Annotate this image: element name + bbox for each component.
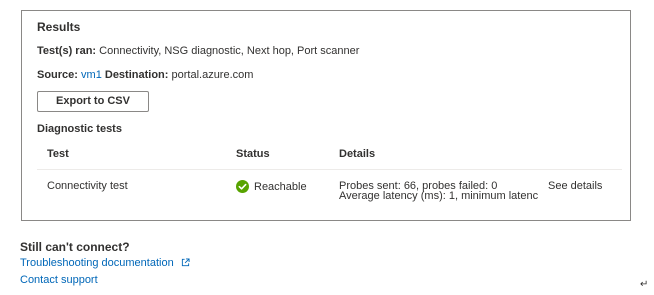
destination-value: portal.azure.com bbox=[171, 69, 254, 81]
source-destination-row: Source: vm1 Destination: portal.azure.co… bbox=[37, 69, 253, 81]
troubleshooting-documentation-link[interactable]: Troubleshooting documentation bbox=[20, 257, 190, 269]
troubleshooting-link-text: Troubleshooting documentation bbox=[20, 257, 174, 269]
table-header-divider bbox=[37, 169, 622, 170]
tests-ran-row: Test(s) ran: Connectivity, NSG diagnosti… bbox=[37, 45, 359, 57]
success-check-icon bbox=[236, 180, 249, 193]
results-panel: Results Test(s) ran: Connectivity, NSG d… bbox=[21, 10, 631, 221]
tests-ran-label: Test(s) ran: bbox=[37, 45, 97, 57]
source-vm-link[interactable]: vm1 bbox=[81, 69, 102, 81]
diagnostic-tests-title: Diagnostic tests bbox=[37, 123, 122, 135]
test-name-cell: Connectivity test bbox=[47, 180, 128, 192]
tests-ran-value: Connectivity, NSG diagnostic, Next hop, … bbox=[99, 45, 360, 57]
details-line-2: Average latency (ms): 1, minimum latency bbox=[339, 190, 538, 202]
column-header-status: Status bbox=[236, 148, 270, 160]
status-cell: Reachable bbox=[236, 180, 307, 193]
column-header-test: Test bbox=[47, 148, 69, 160]
diagnostic-tests-table: Test Status Details Connectivity test Re… bbox=[37, 139, 622, 217]
destination-label: Destination: bbox=[104, 69, 169, 81]
source-label: Source: bbox=[37, 69, 78, 81]
status-text: Reachable bbox=[254, 180, 307, 193]
results-title: Results bbox=[37, 20, 81, 34]
paragraph-return-mark: ↵ bbox=[640, 279, 649, 290]
see-details-link[interactable]: See details bbox=[548, 180, 602, 192]
export-to-csv-button[interactable]: Export to CSV bbox=[37, 91, 149, 112]
still-cant-connect-title: Still can't connect? bbox=[20, 240, 130, 254]
contact-support-link[interactable]: Contact support bbox=[20, 274, 98, 286]
column-header-details: Details bbox=[339, 148, 376, 160]
external-link-icon bbox=[181, 258, 190, 267]
